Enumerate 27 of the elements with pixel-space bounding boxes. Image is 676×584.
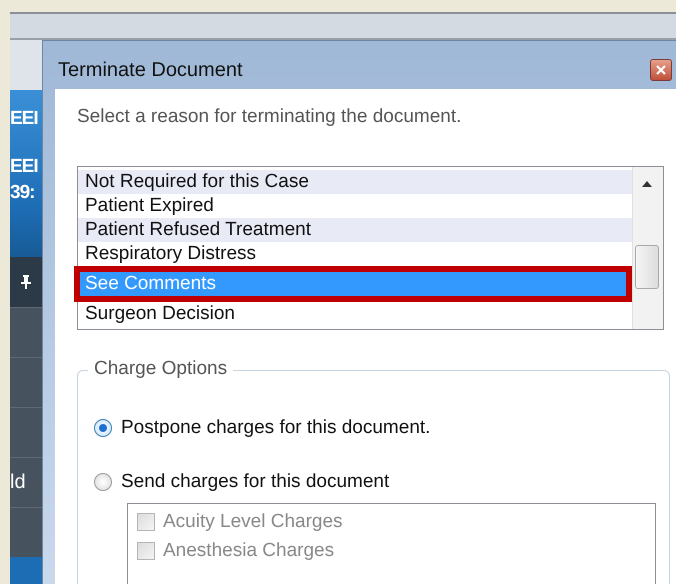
close-button[interactable] xyxy=(650,59,672,81)
radio-label[interactable]: Send charges for this document xyxy=(121,471,390,493)
radio-label[interactable]: Postpone charges for this document. xyxy=(121,417,430,439)
window-title: Terminate Document xyxy=(58,58,243,82)
scrollbar[interactable] xyxy=(632,167,663,329)
row-text: ld xyxy=(10,471,26,494)
app-footer xyxy=(10,557,42,584)
close-icon xyxy=(656,65,666,75)
reason-item[interactable]: Patient Expired xyxy=(78,194,632,218)
header-text: EEI xyxy=(10,107,38,131)
scroll-thumb[interactable] xyxy=(635,245,659,289)
scroll-up-icon[interactable] xyxy=(642,181,652,187)
reason-list[interactable]: Not Required for this Case Patient Expired Patient Refused Treatment Respiratory Distress See Comments Surgeon Decision xyxy=(77,166,664,330)
reason-item[interactable]: Patient Refused Treatment xyxy=(78,218,632,242)
prompt-text: Select a reason for terminating the document. xyxy=(77,106,462,128)
radio-button[interactable] xyxy=(94,473,112,491)
app-panel xyxy=(10,40,42,90)
app-row xyxy=(10,357,42,407)
reason-item[interactable]: Respiratory Distress xyxy=(78,242,632,266)
pin-icon[interactable] xyxy=(20,274,32,290)
reason-item[interactable]: Surgeon Decision xyxy=(78,302,632,326)
app-row xyxy=(10,307,42,357)
header-text: EEI xyxy=(10,155,38,179)
reason-item[interactable]: Not Required for this Case xyxy=(78,170,632,194)
group-label: Charge Options xyxy=(88,358,234,380)
header-text: 39: xyxy=(10,181,34,205)
radio-button[interactable] xyxy=(94,419,112,437)
